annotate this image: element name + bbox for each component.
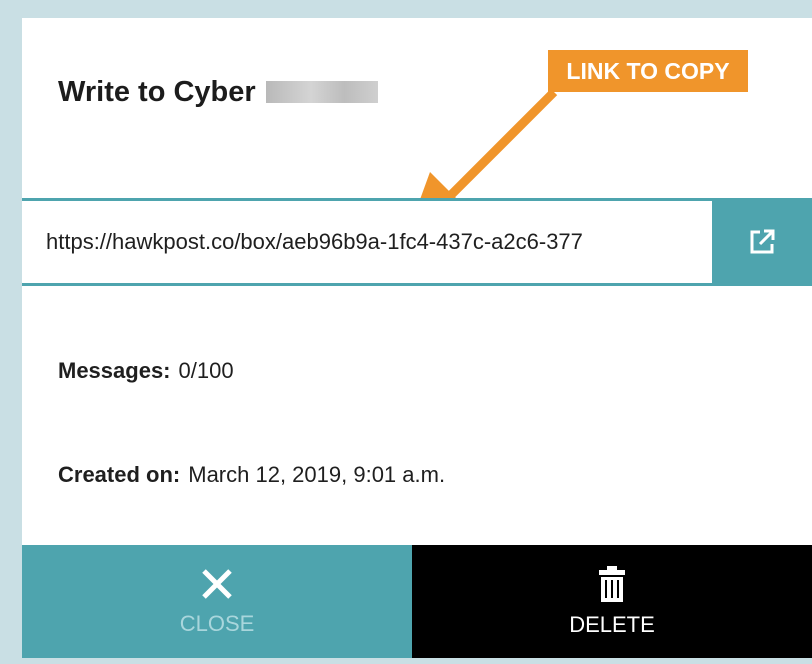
created-label: Created on: xyxy=(58,462,181,487)
box-dialog: Write to Cyber LINK TO COPY https://hawk… xyxy=(22,18,812,658)
close-icon xyxy=(202,568,232,599)
delete-button[interactable]: DELETE xyxy=(412,545,812,658)
external-link-icon xyxy=(750,229,775,254)
messages-value: 0/100 xyxy=(178,358,234,383)
messages-info: Messages: 0/100 xyxy=(58,358,234,384)
created-value: March 12, 2019, 9:01 a.m. xyxy=(188,462,446,487)
box-link-row: https://hawkpost.co/box/aeb96b9a-1fc4-43… xyxy=(22,198,812,286)
close-label: CLOSE xyxy=(179,610,255,636)
dialog-actions: CLOSE DELETE xyxy=(22,545,812,658)
close-button[interactable]: CLOSE xyxy=(22,545,412,658)
messages-label: Messages: xyxy=(58,358,171,383)
trash-icon xyxy=(599,565,625,602)
delete-label: DELETE xyxy=(569,611,655,637)
dialog-title: Write to Cyber xyxy=(58,76,378,109)
created-info: Created on: March 12, 2019, 9:01 a.m. xyxy=(58,462,445,488)
box-link-field[interactable]: https://hawkpost.co/box/aeb96b9a-1fc4-43… xyxy=(46,201,706,283)
dialog-title-text: Write to Cyber xyxy=(58,76,256,108)
link-callout: LINK TO COPY xyxy=(548,50,748,92)
redacted-name xyxy=(265,81,378,103)
open-link-button[interactable] xyxy=(712,198,812,286)
